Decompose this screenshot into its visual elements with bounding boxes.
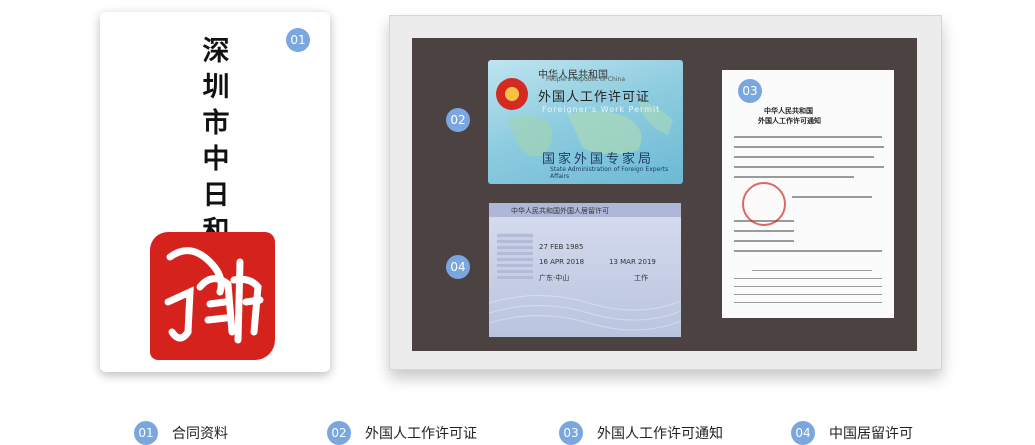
permit-title-cn: 外国人工作许可证 — [538, 90, 651, 105]
work-permit-card: 中华人民共和国 People's Republic of China 外国人工作… — [488, 60, 683, 184]
permit-country-en: People's Republic of China — [546, 76, 625, 83]
legend-label: 外国人工作许可证 — [365, 426, 477, 442]
residence-badge: 04 — [446, 255, 470, 279]
notice-text-line — [734, 176, 854, 178]
notice-text-line — [734, 230, 794, 232]
permit-issuer-en: State Administration of Foreign Experts … — [550, 166, 669, 180]
notice-text-line — [792, 196, 872, 198]
legend-badge: 01 — [134, 421, 158, 445]
legend-badge: 02 — [327, 421, 351, 445]
notice-badge: 03 — [738, 79, 762, 103]
notice-text-line — [734, 166, 884, 168]
notice-text-line — [734, 250, 882, 252]
notice-heading-title: 外国人工作许可通知 — [758, 117, 821, 125]
permit-issuer: 国家外国专家局 — [542, 152, 655, 167]
document-display-frame: 02 中华人民共和国 People's Republic of China 外国… — [389, 15, 942, 370]
official-stamp-icon — [742, 182, 786, 226]
security-pattern-icon — [489, 295, 681, 331]
notice-text-line — [734, 240, 794, 242]
notice-text-line — [734, 156, 874, 158]
notice-text-line — [734, 294, 882, 295]
national-emblem-icon — [496, 78, 528, 110]
notice-text-line — [734, 278, 882, 279]
notice-text-line — [734, 302, 882, 303]
notice-text-line — [734, 146, 884, 148]
company-seal-image — [150, 232, 275, 360]
company-name-vertical: 深圳市中日和 — [202, 36, 230, 247]
document-board: 02 中华人民共和国 People's Republic of China 外国… — [412, 38, 917, 351]
work-permit-notice: 中华人民共和国 外国人工作许可通知 — [722, 70, 894, 318]
residence-permit: 中华人民共和国外国人居留许可 27 FEB 1985 16 APR 2018 1… — [489, 203, 681, 337]
notice-text-line — [752, 270, 872, 271]
legend-badge: 04 — [791, 421, 815, 445]
legend-label: 中国居留许可 — [829, 426, 913, 442]
legend-label: 合同资料 — [172, 426, 228, 442]
notice-text-line — [734, 136, 882, 138]
permit-title-en: Foreigner's Work Permit — [542, 105, 661, 114]
contract-badge: 01 — [286, 28, 310, 52]
notice-text-line — [734, 286, 882, 287]
contract-card: 深圳市中日和 01 — [100, 12, 330, 372]
legend-badge: 03 — [559, 421, 583, 445]
notice-heading-country: 中华人民共和国 — [764, 107, 813, 115]
legend-label: 外国人工作许可通知 — [597, 426, 723, 442]
permit-badge: 02 — [446, 108, 470, 132]
